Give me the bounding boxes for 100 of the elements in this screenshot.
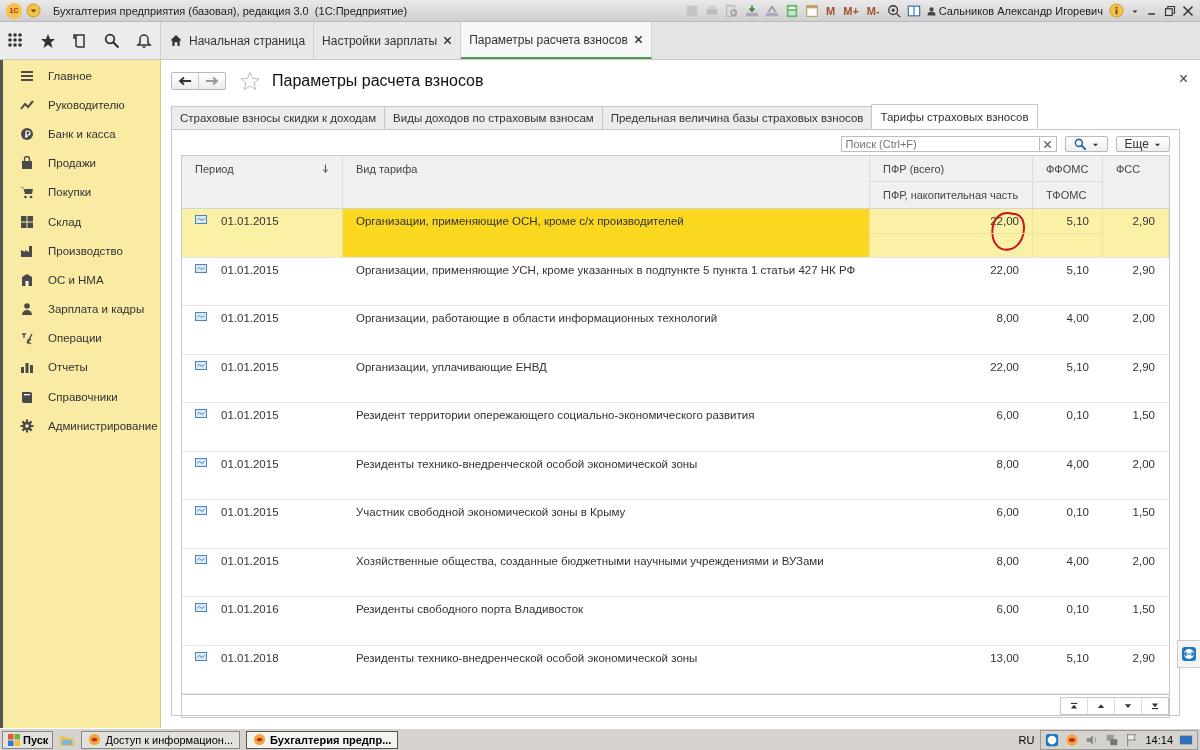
section-tab[interactable]: Настройки зарплаты xyxy=(314,22,462,59)
column-header[interactable]: ФФОМС xyxy=(1046,162,1089,175)
column-subheader[interactable]: ТФОМС xyxy=(1046,188,1087,201)
section-tab[interactable]: Начальная страница xyxy=(161,22,315,59)
table-cell: 8,00 xyxy=(996,457,1019,470)
column-header[interactable]: Вид тарифа xyxy=(356,162,418,175)
start-button[interactable]: Пуск xyxy=(2,730,54,749)
record-icon xyxy=(195,554,207,564)
close-icon[interactable] xyxy=(1182,4,1194,17)
app-icon xyxy=(253,733,267,746)
table-row[interactable]: 01.01.2015 Организации, уплачивающие ЕНВД 22,00 5,10 2,90 xyxy=(182,354,1169,403)
star-icon[interactable] xyxy=(40,32,56,49)
search-field[interactable]: Поиск (Ctrl+F) xyxy=(840,136,1040,152)
info-icon[interactable] xyxy=(1109,3,1124,18)
form-tab[interactable]: Тарифы страховых взносов xyxy=(871,104,1038,129)
record-icon xyxy=(195,312,207,321)
column-header[interactable]: ФСС xyxy=(1116,162,1141,175)
sidebar-item[interactable]: Администрирование xyxy=(48,419,158,432)
column-header[interactable]: ПФР (всего) xyxy=(883,162,945,175)
sidebar-item[interactable]: Банк и касса xyxy=(48,127,116,140)
close-icon[interactable] xyxy=(633,35,643,44)
table-cell: 1,50 xyxy=(1132,409,1155,421)
close-icon[interactable] xyxy=(1179,74,1188,83)
taskbar-button[interactable]: Доступ к информацион... xyxy=(81,730,241,749)
sidebar-item[interactable]: Главное xyxy=(48,69,92,82)
remote-control-icon[interactable] xyxy=(1045,732,1060,747)
table-row[interactable]: 01.01.2016 Резиденты свободного порта Владивосток 6,00 0,10 1,50 xyxy=(182,597,1169,646)
sidebar-item[interactable]: Зарплата и кадры xyxy=(48,303,145,316)
coin-icon xyxy=(20,126,34,141)
language-indicator[interactable]: RU xyxy=(1018,733,1035,746)
sidebar-item[interactable]: Продажи xyxy=(48,157,97,170)
table-row[interactable]: 01.01.2015 Резиденты технико-внедренческой особой экономической зоны 8,00 4,00 2,00 xyxy=(182,451,1169,500)
form-tab[interactable]: Предельная величина базы страховых взносов xyxy=(601,106,873,129)
star-icon[interactable] xyxy=(240,71,260,91)
table-cell: Резиденты свободного порта Владивосток xyxy=(356,603,584,615)
app-icon xyxy=(88,733,102,746)
close-icon[interactable] xyxy=(1043,139,1053,149)
sidebar-item[interactable]: Склад xyxy=(48,215,82,228)
table-cell: 1,50 xyxy=(1132,603,1155,615)
table-row[interactable]: 01.01.2015 Резидент территории опережающего социально-экономического развития 6,00 0,10 1,50 xyxy=(182,403,1169,452)
zoom-in-icon[interactable] xyxy=(886,3,901,18)
table-cell: 8,00 xyxy=(996,312,1019,324)
table-row[interactable]: 01.01.2015 Хозяйственные общества, созданные бюджетными научными учреждениями и ВУЗами 8,00 4,00 2,00 xyxy=(182,548,1169,597)
table-row[interactable]: 01.01.2018 Резиденты технико-внедренческой особой экономической зоны 13,00 5,10 2,90 xyxy=(182,645,1169,694)
table-cell: Резиденты технико-внедренческой особой экономической зоны xyxy=(356,457,698,470)
table-cell: 01.01.2018 xyxy=(221,651,279,664)
remote-control-icon[interactable] xyxy=(1181,646,1197,662)
taskbar-button[interactable]: Бухгалтерия предпр... xyxy=(246,730,399,749)
close-icon[interactable] xyxy=(443,36,453,45)
sidebar-item[interactable]: ОС и НМА xyxy=(48,273,104,286)
record-icon xyxy=(195,215,207,224)
form-tab[interactable]: Страховые взносы скидки к доходам xyxy=(171,106,386,129)
gear-icon xyxy=(20,418,34,433)
table-cell: 4,00 xyxy=(1066,312,1089,324)
form-tab[interactable]: Виды доходов по страховым взносам xyxy=(384,106,603,129)
memory-button[interactable]: M xyxy=(825,4,837,17)
calendar-icon[interactable] xyxy=(805,3,820,18)
person-icon xyxy=(20,302,34,317)
restore-icon[interactable] xyxy=(1164,4,1176,17)
more-button[interactable]: Еще xyxy=(1115,136,1170,152)
table-cell: 4,00 xyxy=(1066,457,1089,470)
table-row[interactable]: 01.01.2015 Участник свободной экономической зоны в Крыму 6,00 0,10 1,50 xyxy=(182,500,1169,549)
table-cell: 2,00 xyxy=(1132,312,1155,324)
bell-icon[interactable] xyxy=(136,32,152,49)
sidebar-item[interactable]: Покупки xyxy=(48,186,92,199)
record-icon xyxy=(195,360,207,370)
sidebar-item[interactable]: Производство xyxy=(48,244,123,257)
column-header[interactable]: Период xyxy=(195,162,234,175)
search-icon[interactable] xyxy=(104,32,120,49)
network-icon[interactable] xyxy=(1105,732,1120,747)
table-cell: Резидент территории опережающего социально-экономического развития xyxy=(356,409,755,421)
dropdown-icon[interactable] xyxy=(26,3,41,18)
column-subheader[interactable]: ПФР, накопительная часть xyxy=(883,188,1019,201)
table-cell: 2,90 xyxy=(1132,360,1155,373)
record-icon xyxy=(195,506,207,515)
section-tab[interactable]: Параметры расчета взносов xyxy=(461,22,652,59)
sidebar-item[interactable]: Отчеты xyxy=(48,361,88,374)
search-options-button[interactable] xyxy=(1064,136,1108,152)
history-navigation[interactable] xyxy=(171,72,226,90)
table-cell: 6,00 xyxy=(996,603,1019,615)
sidebar-item[interactable]: Операции xyxy=(48,332,102,345)
table-cell: Организации, применяющие ОСН, кроме с/х производителей xyxy=(356,215,684,227)
table-cell: 2,90 xyxy=(1132,263,1155,276)
table-row[interactable]: 01.01.2015 Организации, работающие в области информационных технологий 8,00 4,00 2,00 xyxy=(182,306,1169,355)
table-cell: 2,90 xyxy=(1132,215,1155,227)
table-cell: 01.01.2015 xyxy=(221,554,279,567)
memory-button[interactable]: M- xyxy=(865,4,881,17)
download-icon[interactable] xyxy=(745,3,760,18)
memory-button[interactable]: M+ xyxy=(842,4,860,17)
app-icon[interactable] xyxy=(1065,732,1080,747)
window-title: Бухгалтерия предприятия (базовая), редакция 3.0 (1С:Предприятие) xyxy=(53,4,408,17)
apps-grid-icon[interactable] xyxy=(8,32,24,49)
record-icon xyxy=(195,263,207,273)
user-name[interactable]: Сальников Александр Игоревич xyxy=(938,4,1103,17)
table-row[interactable]: 01.01.2015 Организации, применяющие УСН, кроме указанных в подпункте 5 пункта 1 статьи 427 НК РФ 22,00 5,10 2,90 xyxy=(182,257,1169,306)
sidebar-item[interactable]: Руководителю xyxy=(48,98,125,111)
panels-icon[interactable] xyxy=(906,3,921,18)
sidebar-item[interactable]: Справочники xyxy=(48,390,118,403)
history-icon[interactable] xyxy=(72,32,88,49)
search-icon xyxy=(1073,137,1087,151)
